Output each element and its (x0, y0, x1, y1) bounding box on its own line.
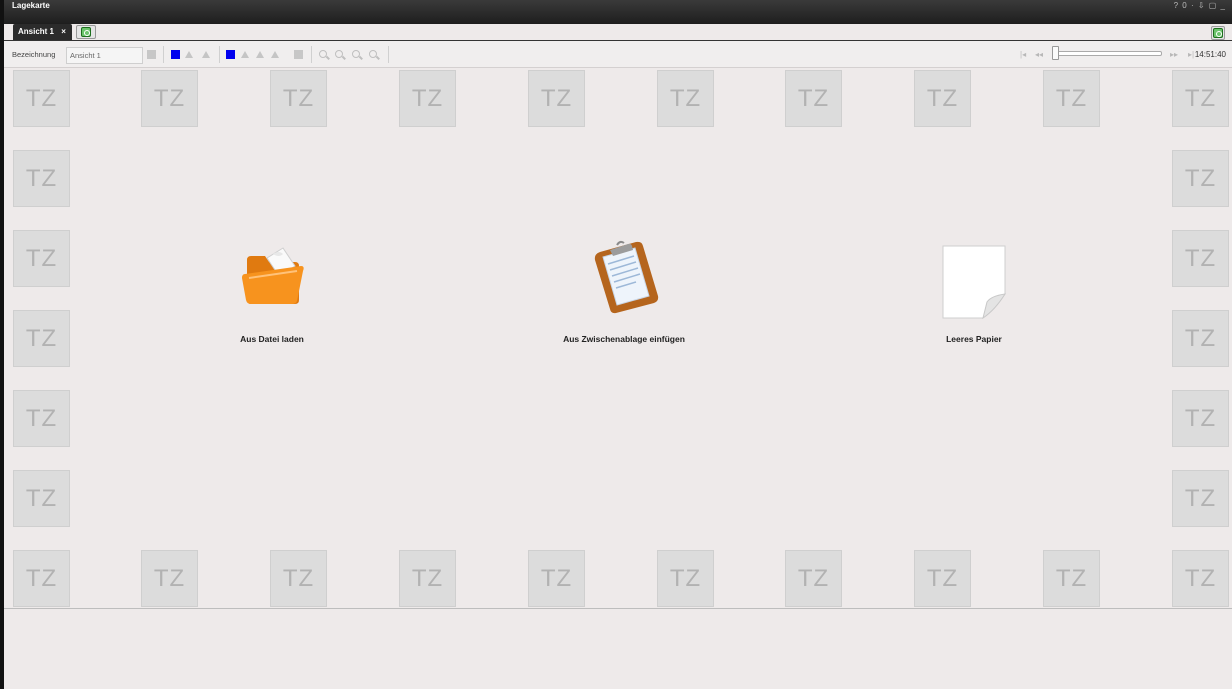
tz-tile: TZ (1043, 70, 1100, 127)
tz-tile: TZ (13, 390, 70, 447)
tz-tile: TZ (13, 550, 70, 607)
folder-open-icon (242, 247, 304, 304)
stamp-icon[interactable] (294, 50, 303, 59)
title-bar: Lagekarte ? 0 · ⇩ ▢ _ (4, 0, 1232, 24)
tz-tile: TZ (1172, 230, 1229, 287)
refresh-button[interactable] (1211, 26, 1225, 40)
tz-tile: TZ (657, 550, 714, 607)
tz-tile: TZ (1172, 70, 1229, 127)
timeline-slider-thumb[interactable] (1052, 46, 1059, 60)
window-title: Lagekarte (12, 1, 50, 10)
toolbar-separator (163, 46, 164, 63)
paste-from-clipboard-button[interactable]: Aus Zwischenablage einfügen (554, 238, 694, 350)
color-swatch-icon[interactable] (171, 50, 180, 59)
fast-forward-icon[interactable]: ▸▸ (1170, 50, 1178, 59)
tz-tile: TZ (528, 550, 585, 607)
add-tab-button[interactable] (76, 25, 96, 39)
zoom-in-icon[interactable] (319, 50, 327, 58)
clipboard-icon (594, 240, 659, 314)
timeline-slider[interactable] (1052, 51, 1162, 56)
load-from-file-label: Aus Datei laden (240, 334, 304, 344)
load-from-file-button[interactable]: Aus Datei laden (212, 240, 332, 350)
zoom-reset-icon[interactable] (369, 50, 377, 58)
tz-tile: TZ (141, 70, 198, 127)
tz-tile: TZ (13, 470, 70, 527)
tab-ansicht-1[interactable]: Ansicht 1 × (13, 24, 72, 40)
symbol-icon[interactable] (241, 51, 249, 58)
tz-tile: TZ (914, 70, 971, 127)
fill-color-icon[interactable] (226, 50, 235, 59)
window-controls[interactable]: ? 0 · ⇩ ▢ _ (1174, 1, 1226, 10)
map-area-border (4, 608, 1232, 609)
tz-tile: TZ (141, 550, 198, 607)
toolbar-separator (219, 46, 220, 63)
toolbar: Bezeichnung |◂ ◂◂ ▸▸ ▸| (4, 41, 1232, 68)
tz-tile: TZ (270, 70, 327, 127)
refresh-icon (81, 27, 91, 37)
draw-shape-icon[interactable] (185, 51, 193, 58)
zoom-out-icon[interactable] (335, 50, 343, 58)
tab-close-icon[interactable]: × (61, 27, 66, 36)
tz-tile: TZ (1172, 150, 1229, 207)
tz-tile: TZ (13, 150, 70, 207)
text-tool-icon[interactable] (271, 51, 279, 58)
rewind-icon[interactable]: ◂◂ (1035, 50, 1043, 59)
tz-tile: TZ (13, 310, 70, 367)
skip-last-icon[interactable]: ▸| (1188, 50, 1194, 59)
draw-line-icon[interactable] (202, 51, 210, 58)
paste-from-clipboard-label: Aus Zwischenablage einfügen (563, 334, 685, 344)
name-input[interactable] (66, 47, 143, 64)
zoom-fit-icon[interactable] (352, 50, 360, 58)
toolbar-separator (388, 46, 389, 63)
app-window: Lagekarte ? 0 · ⇩ ▢ _ Ansicht 1 × Bezeic… (0, 0, 1232, 689)
tz-tile: TZ (399, 550, 456, 607)
name-label: Bezeichnung (12, 50, 56, 59)
blank-paper-icon (942, 245, 1006, 320)
tz-tile: TZ (1043, 550, 1100, 607)
tz-tile: TZ (785, 550, 842, 607)
tab-label: Ansicht 1 (18, 27, 55, 36)
refresh-icon (1213, 28, 1223, 38)
blank-paper-label: Leeres Papier (946, 334, 1002, 344)
tz-tile: TZ (528, 70, 585, 127)
skip-first-icon[interactable]: |◂ (1020, 50, 1026, 59)
measure-icon[interactable] (256, 51, 264, 58)
tz-tile: TZ (270, 550, 327, 607)
time-display: 14:51:40 (1194, 50, 1226, 59)
tz-tile: TZ (13, 70, 70, 127)
layers-icon[interactable] (147, 50, 156, 59)
tz-tile: TZ (1172, 550, 1229, 607)
tz-tile: TZ (1172, 470, 1229, 527)
tz-tile: TZ (785, 70, 842, 127)
tz-tile: TZ (1172, 310, 1229, 367)
tz-tile: TZ (399, 70, 456, 127)
toolbar-separator (311, 46, 312, 63)
tz-tile: TZ (657, 70, 714, 127)
tz-tile: TZ (13, 230, 70, 287)
tz-tile: TZ (1172, 390, 1229, 447)
blank-paper-button[interactable]: Leeres Papier (914, 244, 1034, 350)
tz-tile: TZ (914, 550, 971, 607)
